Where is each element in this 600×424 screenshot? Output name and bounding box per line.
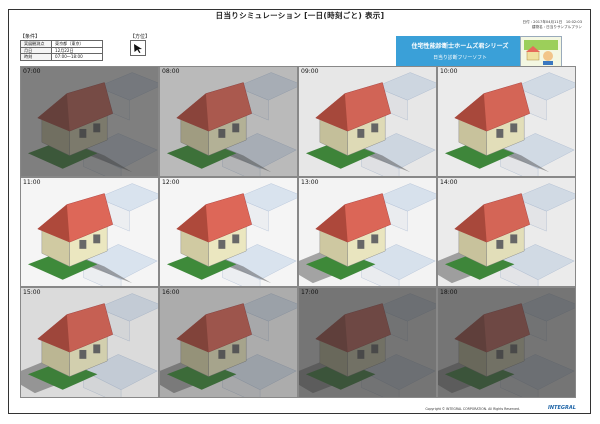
house-render xyxy=(160,67,297,176)
banner-line1: 住宅性能診断士ホームズ君シリーズ xyxy=(411,43,509,50)
shadow-frame: 10:00 xyxy=(437,66,576,177)
property-line: 建物名 : 日当りサンプルプラン xyxy=(531,25,582,29)
banner-line2: 日当り診断フリーソフト xyxy=(433,55,487,61)
copyright-text: Copyright © INTEGRAL CORPORATION. All Ri… xyxy=(425,407,520,411)
frame-time-label: 12:00 xyxy=(162,178,180,186)
house-render xyxy=(438,67,575,176)
frame-time-label: 18:00 xyxy=(440,289,458,297)
shadow-frame: 14:00 xyxy=(437,176,576,288)
frame-time-label: 09:00 xyxy=(301,68,319,75)
house-render xyxy=(160,288,297,397)
house-render xyxy=(438,288,575,397)
frame-time-label: 15:00 xyxy=(23,289,41,297)
homes-kun-logo-icon xyxy=(520,36,562,68)
shadow-frame: 08:00 xyxy=(159,66,298,177)
table-row: 時刻 07:00～18:00 xyxy=(20,53,103,61)
shadow-frame: 11:00 xyxy=(20,176,159,288)
shadow-frame: 16:00 xyxy=(159,287,298,398)
house-render xyxy=(21,288,158,397)
brand-logo: INTEGRAL xyxy=(548,405,576,411)
shadow-frame: 12:00 xyxy=(159,176,298,288)
house-render xyxy=(438,177,575,287)
frame-time-label: 08:00 xyxy=(162,68,180,75)
software-banner: 住宅性能診断士ホームズ君シリーズ 日当り診断フリーソフト xyxy=(396,36,524,66)
house-render xyxy=(160,177,297,287)
frame-time-label: 16:00 xyxy=(162,289,180,297)
house-render xyxy=(299,67,436,176)
frame-time-label: 11:00 xyxy=(23,178,41,186)
frame-time-label: 14:00 xyxy=(440,178,458,186)
condition-key: 時刻 xyxy=(20,53,52,61)
condition-value: 07:00～18:00 xyxy=(51,53,103,61)
shadow-frames-grid: 07:00 08:00 09:00 10:00 11:00 12:00 13:00 14:00… xyxy=(20,66,576,398)
shadow-frame: 15:00 xyxy=(20,287,159,398)
house-render xyxy=(21,177,158,287)
north-arrow-icon xyxy=(134,44,142,53)
conditions-label: 【条件】 xyxy=(20,34,41,40)
shadow-frame: 07:00 xyxy=(20,66,159,177)
meta-info: 日付 : 2017年04月11日 10:02:03 建物名 : 日当りサンプルプ… xyxy=(523,20,583,30)
direction-label: 【方位】 xyxy=(130,34,151,40)
house-render xyxy=(21,67,158,176)
frame-time-label: 13:00 xyxy=(301,178,319,186)
house-render xyxy=(299,288,436,397)
frame-time-label: 17:00 xyxy=(301,289,319,297)
conditions-table: 実展観測点 東京都（東京） 月日 12月22日 時刻 07:00～18:00 xyxy=(20,40,103,61)
frame-time-label: 10:00 xyxy=(440,68,458,75)
page-title: 日当りシミュレーション [一日(時刻ごと) 表示] xyxy=(215,11,385,20)
frame-time-label: 07:00 xyxy=(23,68,41,75)
house-render xyxy=(299,177,436,287)
shadow-frame: 18:00 xyxy=(437,287,576,398)
shadow-frame: 09:00 xyxy=(298,66,437,177)
shadow-frame: 13:00 xyxy=(298,176,437,288)
shadow-frame: 17:00 xyxy=(298,287,437,398)
direction-box xyxy=(130,40,146,56)
